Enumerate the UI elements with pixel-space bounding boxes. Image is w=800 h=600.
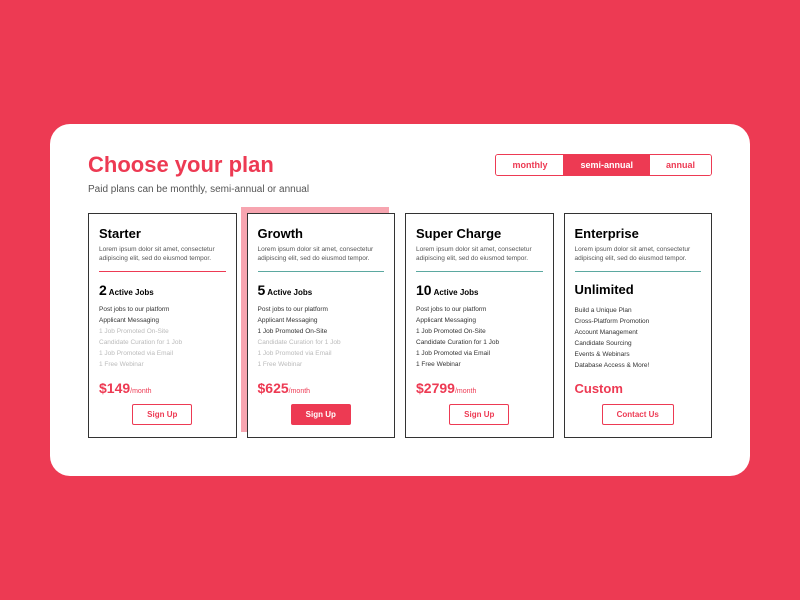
plan-feature: Post jobs to our platform [258,304,385,315]
plan-feature: Candidate Sourcing [575,338,702,349]
plan-feature: 1 Free Webinar [258,359,385,370]
plan-divider [416,271,543,272]
plan-jobs: 5Active Jobs [258,282,385,298]
plan-price: $625/month [258,380,385,396]
plan-growth: Growth Lorem ipsum dolor sit amet, consec… [247,213,396,438]
plan-description: Lorem ipsum dolor sit amet, consectetur … [416,245,543,263]
plan-cta-button[interactable]: Sign Up [132,404,192,425]
plan-feature: 1 Free Webinar [416,359,543,370]
plan-cta-button[interactable]: Sign Up [291,404,351,425]
toggle-monthly[interactable]: monthly [496,155,564,175]
plan-divider [575,271,702,272]
plan-jobs-count: 10 [416,282,432,298]
plan-divider [99,271,226,272]
plan-feature: Candidate Curation for 1 Job [416,337,543,348]
plan-feature: Events & Webinars [575,349,702,360]
plan-price-period: /month [289,388,310,395]
page-subtitle: Paid plans can be monthly, semi-annual o… [88,184,309,195]
header: Choose your plan Paid plans can be month… [88,152,712,195]
plan-feature: Applicant Messaging [99,315,226,326]
plan-feature: Post jobs to our platform [416,304,543,315]
plan-price: $149/month [99,380,226,396]
plan-name: Super Charge [416,226,543,241]
plan-cta-wrap: Sign Up [258,404,385,425]
plan-feature: Applicant Messaging [258,315,385,326]
plan-description: Lorem ipsum dolor sit amet, consectetur … [99,245,226,263]
plan-features: Post jobs to our platformApplicant Messa… [258,304,385,370]
plan-feature: 1 Job Promoted via Email [258,348,385,359]
plan-jobs-unlimited: Unlimited [575,282,702,297]
plan-feature: Database Access & More! [575,360,702,371]
plan-name: Starter [99,226,226,241]
plan-features: Build a Unique PlanCross-Platform Promot… [575,305,702,371]
plan-feature: Candidate Curation for 1 Job [99,337,226,348]
toggle-semi-annual[interactable]: semi-annual [564,155,650,175]
plan-jobs-label: Active Jobs [267,288,312,297]
plan-feature: 1 Job Promoted On-Site [258,326,385,337]
plan-divider [258,271,385,272]
plan-feature: 1 Job Promoted via Email [416,348,543,359]
plan-features: Post jobs to our platformApplicant Messa… [99,304,226,370]
plan-price-period: /month [130,388,151,395]
plan-feature: 1 Job Promoted On-Site [99,326,226,337]
plan-description: Lorem ipsum dolor sit amet, consectetur … [575,245,702,263]
plan-jobs-count: 5 [258,282,266,298]
pricing-card: Choose your plan Paid plans can be month… [50,124,750,476]
plan-feature: 1 Job Promoted On-Site [416,326,543,337]
plan-feature: Candidate Curation for 1 Job [258,337,385,348]
plan-feature: Account Management [575,327,702,338]
plan-feature: 1 Job Promoted via Email [99,348,226,359]
plan-description: Lorem ipsum dolor sit amet, consectetur … [258,245,385,263]
plan-feature: 1 Free Webinar [99,359,226,370]
page-title: Choose your plan [88,152,309,178]
plan-features: Post jobs to our platformApplicant Messa… [416,304,543,370]
plan-name: Growth [258,226,385,241]
plan-feature: Cross-Platform Promotion [575,316,702,327]
plan-price-custom: Custom [575,381,702,396]
plan-name: Enterprise [575,226,702,241]
plan-starter: Starter Lorem ipsum dolor sit amet, conse… [88,213,237,438]
plan-jobs-label: Active Jobs [434,288,479,297]
plan-feature: Applicant Messaging [416,315,543,326]
plan-enterprise: Enterprise Lorem ipsum dolor sit amet, co… [564,213,713,438]
header-text: Choose your plan Paid plans can be month… [88,152,309,195]
plan-cta-wrap: Sign Up [416,404,543,425]
plan-price: $2799/month [416,380,543,396]
plan-cta-wrap: Sign Up [99,404,226,425]
plan-price-period: /month [455,388,476,395]
plan-cta-wrap: Contact Us [575,404,702,425]
toggle-annual[interactable]: annual [650,155,711,175]
plans-container: Starter Lorem ipsum dolor sit amet, conse… [88,213,712,438]
plan-jobs: 10Active Jobs [416,282,543,298]
plan-jobs-label: Active Jobs [109,288,154,297]
plan-super-charge: Super Charge Lorem ipsum dolor sit amet, … [405,213,554,438]
plan-feature: Build a Unique Plan [575,305,702,316]
plan-jobs-count: 2 [99,282,107,298]
billing-toggle: monthly semi-annual annual [495,154,712,176]
plan-cta-button[interactable]: Sign Up [449,404,509,425]
plan-cta-button[interactable]: Contact Us [602,404,674,425]
plan-jobs: 2Active Jobs [99,282,226,298]
plan-feature: Post jobs to our platform [99,304,226,315]
